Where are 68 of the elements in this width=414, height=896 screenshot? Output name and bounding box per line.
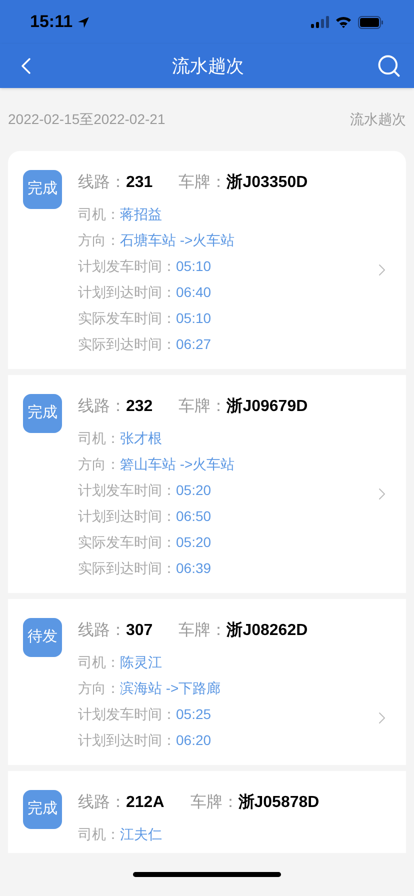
field-label: 计划发车时间： — [78, 480, 176, 500]
field-label: 方向： — [78, 454, 120, 474]
line-label: 线路： — [78, 172, 126, 193]
field-label: 司机： — [78, 204, 120, 224]
plate-label: 车牌： — [178, 396, 227, 417]
line-number: 231 — [126, 173, 153, 193]
trip-card[interactable]: 完成 线路：212A 车牌：浙J05878D 司机：江夫仁 — [8, 771, 406, 853]
status-badge: 完成 — [23, 394, 62, 433]
status-badge: 待发 — [23, 618, 62, 657]
field-label: 实际到达时间： — [78, 558, 176, 578]
field-value: 蒋招益 — [120, 204, 162, 224]
field-label: 计划发车时间： — [78, 256, 176, 276]
status-badge: 完成 — [23, 790, 62, 829]
field-value: 05:10 — [176, 256, 212, 276]
field-value: 石塘车站 ->火车站 — [120, 230, 235, 250]
field-value: 06:40 — [176, 282, 212, 302]
location-arrow-icon — [76, 16, 90, 28]
field-label: 实际发车时间： — [78, 532, 176, 552]
field-value: 05:25 — [176, 704, 212, 724]
field-value: 箬山车站 ->火车站 — [120, 454, 235, 474]
signal-icon — [311, 16, 329, 28]
field-label: 方向： — [78, 678, 120, 698]
field-value: 滨海站 ->下路廊 — [120, 678, 221, 698]
search-icon — [376, 53, 402, 79]
battery-icon — [358, 16, 384, 28]
field-label: 方向： — [78, 230, 120, 250]
line-label: 线路： — [78, 620, 126, 641]
field-label: 司机： — [78, 428, 120, 448]
page-title: 流水趟次 — [172, 54, 244, 78]
line-label: 线路： — [78, 792, 126, 813]
line-number: 212A — [126, 793, 164, 813]
status-badge: 完成 — [23, 170, 62, 209]
line-number: 307 — [126, 621, 153, 641]
plate-label: 车牌： — [190, 792, 238, 813]
plate-number: 浙J05878D — [238, 792, 320, 813]
line-label: 线路： — [78, 396, 126, 417]
field-label: 实际发车时间： — [78, 308, 176, 328]
field-label: 计划到达时间： — [78, 506, 176, 526]
field-value: 05:20 — [176, 480, 212, 500]
field-value: 05:20 — [176, 532, 212, 552]
field-value: 06:27 — [176, 334, 212, 354]
line-number: 232 — [126, 397, 153, 417]
search-button[interactable] — [376, 53, 402, 79]
plate-number: 浙J09679D — [226, 396, 308, 417]
field-value: 05:10 — [176, 308, 212, 328]
field-value: 张才根 — [120, 428, 162, 448]
field-label: 实际到达时间： — [78, 334, 176, 354]
field-value: 06:39 — [176, 558, 212, 578]
plate-number: 浙J08262D — [226, 620, 308, 641]
field-label: 计划到达时间： — [78, 730, 176, 750]
wifi-icon — [335, 16, 352, 28]
field-value: 06:50 — [176, 506, 212, 526]
plate-number: 浙J03350D — [226, 172, 308, 193]
field-label: 计划发车时间： — [78, 704, 176, 724]
field-value: 江夫仁 — [120, 824, 162, 844]
trip-card[interactable]: 待发 线路：307 车牌：浙J08262D 司机：陈灵江 方向：滨海站 ->下路廊 计划发车时间：05:25 计划到达时间：06:20 — [8, 599, 406, 765]
date-range: 2022-02-15至2022-02-21 — [8, 110, 166, 129]
field-label: 司机： — [78, 824, 120, 844]
plate-label: 车牌： — [178, 620, 227, 641]
trip-card[interactable]: 完成 线路：232 车牌：浙J09679D 司机：张才根 方向：箬山车站 ->火车站 计划发车时间：05:20 计划到达时间：06:50 实际发车时间：05:20 实际到达时间：06:39 — [8, 375, 406, 593]
field-value: 06:20 — [176, 730, 212, 750]
plate-label: 车牌： — [178, 172, 227, 193]
trip-card[interactable]: 完成 线路：231 车牌：浙J03350D 司机：蒋招益 方向：石塘车站 ->火车站 计划发车时间：05:10 计划到达时间：06:40 实际发车时间：05:10 实际到达时间：06:27 — [8, 151, 406, 369]
field-label: 司机： — [78, 652, 120, 672]
status-time: 15:11 — [30, 11, 73, 34]
field-value: 陈灵江 — [120, 652, 162, 672]
summary-label: 流水趟次 — [350, 110, 406, 129]
field-label: 计划到达时间： — [78, 282, 176, 302]
